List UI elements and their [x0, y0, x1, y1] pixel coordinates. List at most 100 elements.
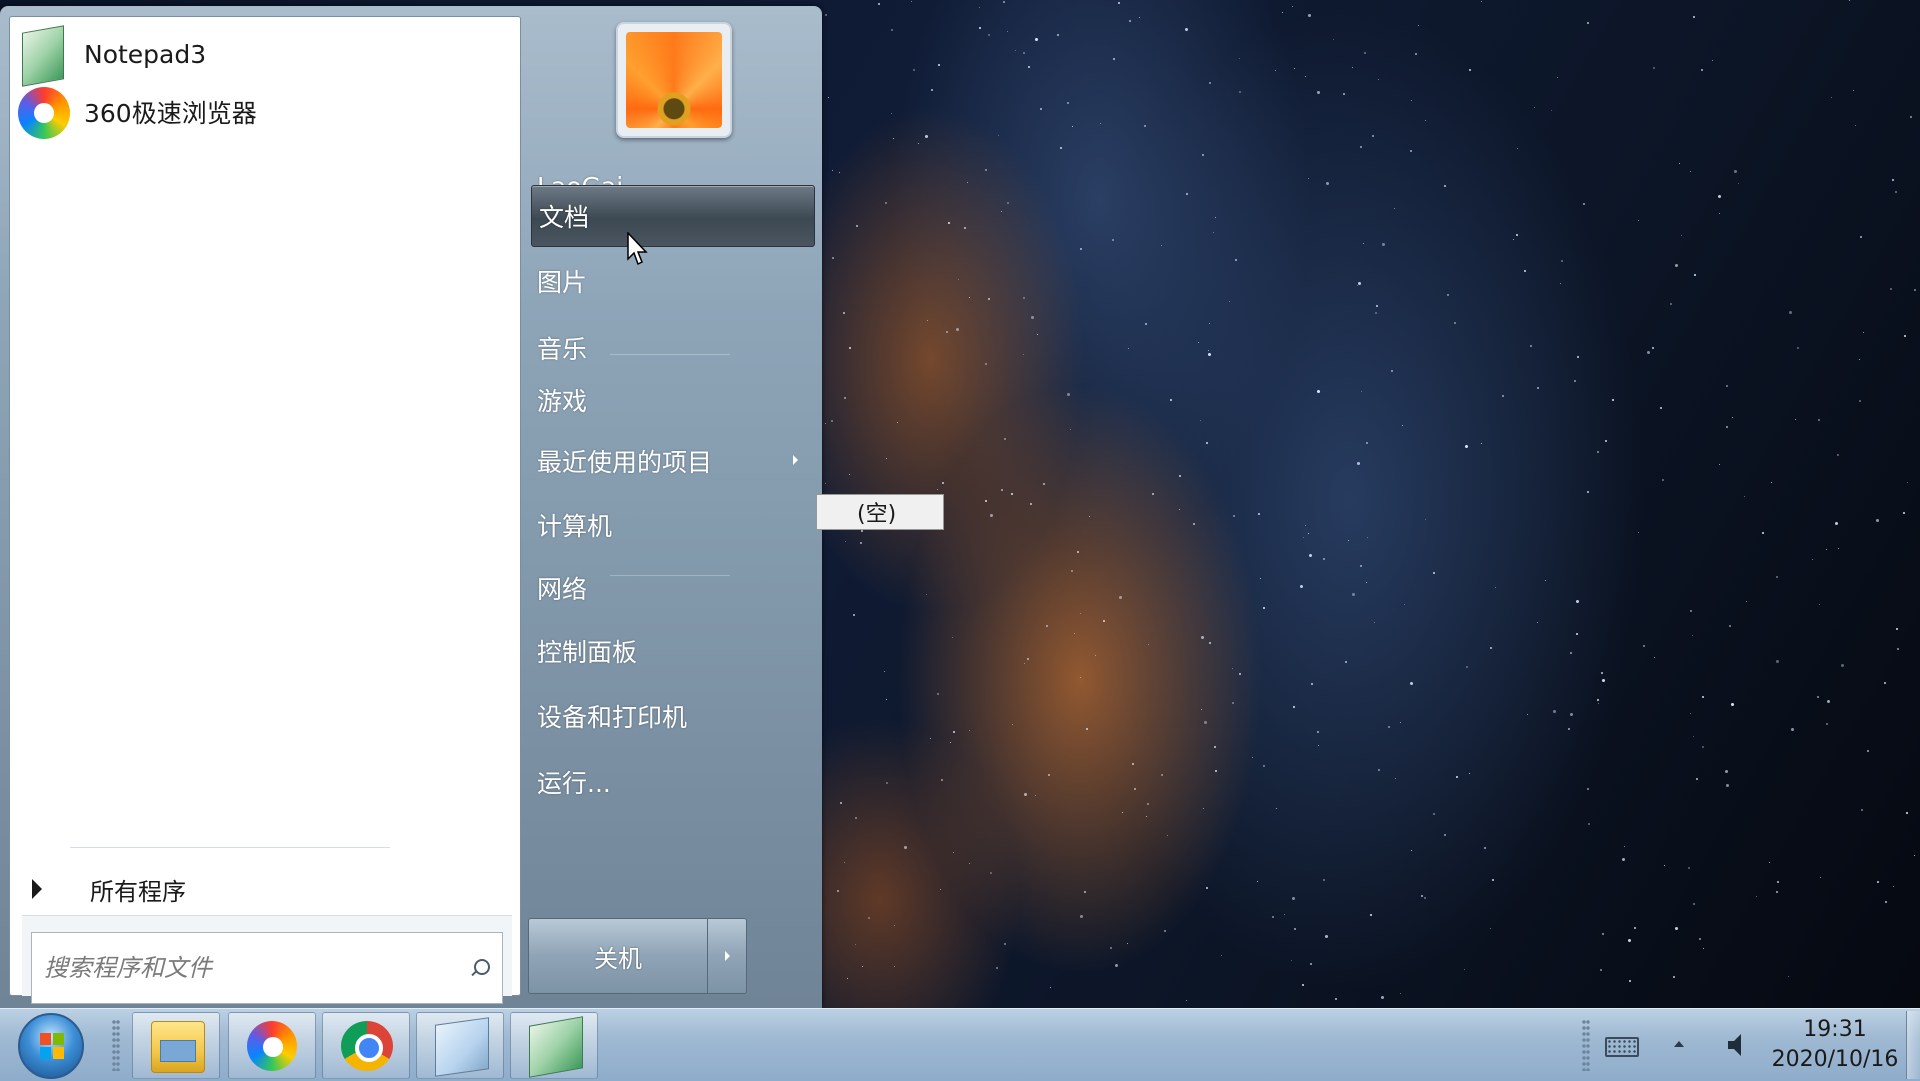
- start-item-run[interactable]: 运行...: [530, 752, 814, 812]
- start-item-devices-printers[interactable]: 设备和打印机: [530, 686, 814, 746]
- star: [1726, 385, 1729, 388]
- star: [949, 742, 951, 744]
- star: [1892, 886, 1894, 888]
- start-item-games[interactable]: 游戏: [530, 370, 814, 430]
- star: [1263, 764, 1266, 767]
- star: [844, 396, 847, 399]
- star: [1001, 488, 1004, 491]
- star: [1023, 793, 1027, 797]
- pinned-item-360-browser[interactable]: 360极速浏览器: [14, 79, 514, 145]
- star: [1859, 235, 1862, 238]
- star: [1600, 969, 1603, 972]
- pinned-item-label: Notepad3: [84, 39, 207, 69]
- taskbar-app-chrome[interactable]: [322, 1012, 410, 1079]
- start-menu: Notepad3 360极速浏览器 所有程序 LaoGai 文档 图片 音乐: [0, 6, 822, 1008]
- pinned-item-label: 360极速浏览器: [84, 99, 257, 128]
- star: [1117, 1, 1120, 4]
- star: [1334, 998, 1337, 1001]
- star: [1317, 389, 1321, 393]
- all-programs-label: 所有程序: [90, 877, 186, 906]
- star: [1663, 865, 1665, 867]
- star: [1234, 258, 1237, 261]
- pinned-item-notepad3[interactable]: Notepad3: [14, 21, 514, 87]
- search-box[interactable]: [31, 932, 503, 1004]
- taskbar-app-notepad3[interactable]: [510, 1012, 598, 1079]
- volume-icon[interactable]: [1726, 1031, 1750, 1059]
- star: [1080, 677, 1082, 679]
- star: [1417, 24, 1419, 26]
- star: [1556, 76, 1558, 78]
- star: [1007, 31, 1009, 33]
- star: [1359, 146, 1362, 149]
- star: [1733, 170, 1737, 174]
- star: [1570, 712, 1574, 716]
- system-clock[interactable]: 19:31 2020/10/16: [1760, 1015, 1910, 1075]
- taskbar-grip[interactable]: [112, 1019, 120, 1071]
- search-icon[interactable]: [474, 959, 490, 975]
- taskbar-app-360-browser[interactable]: [228, 1012, 316, 1079]
- star: [891, 29, 894, 32]
- star: [1693, 274, 1696, 277]
- star: [1432, 571, 1435, 574]
- start-item-computer[interactable]: 计算机: [530, 495, 814, 555]
- star: [1914, 855, 1916, 857]
- star: [1251, 756, 1253, 758]
- star: [1746, 600, 1748, 602]
- start-item-documents[interactable]: 文档: [531, 185, 815, 247]
- star: [1365, 582, 1367, 584]
- shutdown-button[interactable]: 关机: [528, 918, 708, 994]
- star: [926, 594, 928, 596]
- star: [1569, 652, 1572, 655]
- star: [1202, 154, 1205, 157]
- star: [1022, 52, 1025, 55]
- start-item-music[interactable]: 音乐: [530, 318, 814, 378]
- star: [1214, 769, 1217, 772]
- shutdown-options-button[interactable]: [707, 918, 747, 994]
- star: [1050, 986, 1052, 988]
- star: [1838, 547, 1840, 549]
- star: [855, 816, 858, 819]
- start-item-control-panel[interactable]: 控制面板: [530, 621, 814, 681]
- search-input[interactable]: [42, 947, 466, 989]
- star: [1797, 347, 1800, 350]
- star: [1167, 835, 1169, 837]
- start-item-network[interactable]: 网络: [530, 558, 814, 618]
- star: [1653, 657, 1655, 658]
- all-programs-button[interactable]: 所有程序: [20, 869, 510, 909]
- star: [1388, 726, 1391, 729]
- recent-items-submenu[interactable]: (空): [816, 494, 944, 530]
- star: [1696, 778, 1698, 781]
- start-item-label: 网络: [537, 575, 588, 604]
- taskbar-app-notepad[interactable]: [416, 1012, 504, 1079]
- show-desktop-button[interactable]: [1906, 1011, 1920, 1079]
- star: [1831, 97, 1833, 99]
- star: [1421, 894, 1424, 897]
- star: [832, 170, 834, 172]
- taskbar-app-explorer[interactable]: [132, 1012, 220, 1079]
- start-item-label: 图片: [537, 268, 588, 297]
- user-avatar[interactable]: [616, 22, 732, 138]
- star: [1411, 850, 1413, 852]
- star: [1604, 440, 1607, 443]
- star: [846, 978, 848, 979]
- star: [1203, 808, 1205, 810]
- star: [1128, 347, 1130, 349]
- start-item-pictures[interactable]: 图片: [530, 251, 814, 311]
- star: [1875, 518, 1879, 522]
- tray-grip[interactable]: [1582, 1019, 1590, 1071]
- start-button[interactable]: [18, 1013, 84, 1079]
- star: [1198, 342, 1200, 344]
- star: [1034, 37, 1038, 41]
- star: [1854, 124, 1856, 126]
- star: [1642, 645, 1645, 648]
- start-item-recent-items[interactable]: 最近使用的项目: [530, 431, 814, 491]
- star: [1316, 90, 1320, 94]
- show-hidden-icons-icon[interactable]: [1674, 1041, 1684, 1047]
- star: [1489, 646, 1492, 649]
- star: [1424, 896, 1427, 899]
- star: [979, 7, 981, 9]
- keyboard-icon[interactable]: [1605, 1037, 1639, 1057]
- star: [1601, 933, 1604, 936]
- star: [1702, 947, 1704, 949]
- star: [852, 613, 855, 616]
